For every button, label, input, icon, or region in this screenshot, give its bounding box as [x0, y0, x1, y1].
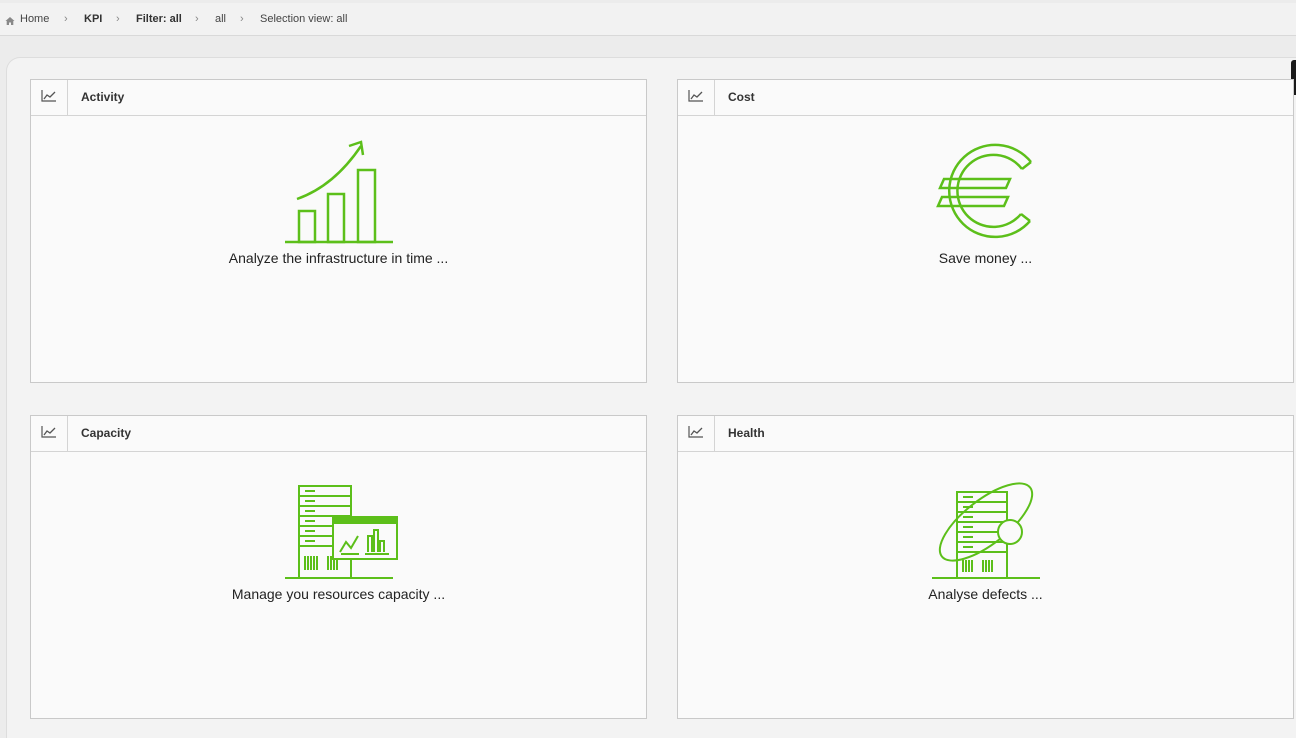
euro-icon: [678, 136, 1293, 246]
breadcrumb-kpi[interactable]: KPI: [84, 3, 102, 36]
kpi-card-health[interactable]: Health Analyse defects ...: [677, 415, 1294, 719]
card-header: Activity: [31, 80, 646, 116]
card-header: Health: [678, 416, 1293, 452]
card-header: Cost: [678, 80, 1293, 116]
breadcrumb-all[interactable]: all: [215, 3, 226, 36]
card-description: Analyze the infrastructure in time ...: [228, 250, 449, 266]
breadcrumb: Home › KPI › Filter: all › all › Selecti…: [0, 3, 1296, 36]
trend-chart-icon: [678, 80, 715, 115]
growth-bar-chart-icon: [31, 136, 646, 246]
home-icon[interactable]: [5, 16, 15, 26]
breadcrumb-selection-view[interactable]: Selection view: all: [260, 3, 347, 36]
breadcrumb-filter[interactable]: Filter: all: [136, 3, 182, 36]
breadcrumb-separator: ›: [116, 13, 120, 25]
card-header: Capacity: [31, 416, 646, 452]
card-title: Cost: [728, 90, 755, 104]
card-description: Analyse defects ...: [928, 586, 1043, 602]
server-monitor-icon: [31, 472, 646, 582]
breadcrumb-home[interactable]: Home: [20, 3, 49, 36]
breadcrumb-separator: ›: [64, 13, 68, 25]
card-title: Health: [728, 426, 765, 440]
kpi-card-capacity[interactable]: Capacity Manage you resources capacity .…: [30, 415, 647, 719]
kpi-card-cost[interactable]: Cost Save money ...: [677, 79, 1294, 383]
card-description: Save money ...: [938, 250, 1033, 266]
card-title: Activity: [81, 90, 125, 104]
trend-chart-icon: [31, 80, 68, 115]
trend-chart-icon: [31, 416, 68, 451]
server-orbit-icon: [678, 472, 1293, 582]
kpi-card-activity[interactable]: Activity Analyze the infrastructure in t…: [30, 79, 647, 383]
breadcrumb-separator: ›: [195, 13, 199, 25]
card-description: Manage you resources capacity ...: [231, 586, 446, 602]
trend-chart-icon: [678, 416, 715, 451]
card-title: Capacity: [81, 426, 132, 440]
breadcrumb-separator: ›: [240, 13, 244, 25]
